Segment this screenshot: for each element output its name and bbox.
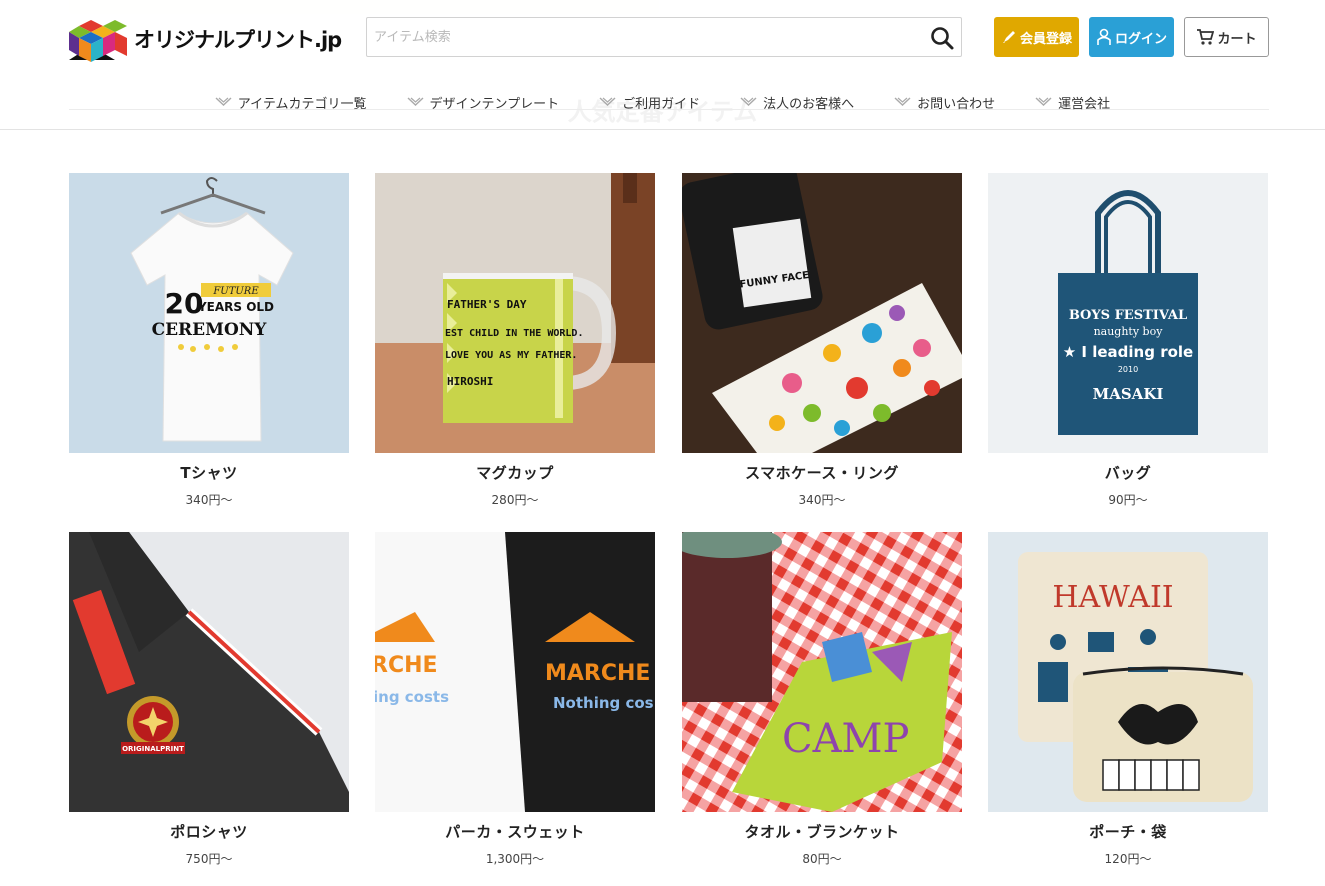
mug-art-l3: LOVE YOU AS MY FATHER. (445, 350, 577, 361)
product-name[interactable]: ポロシャツ (69, 821, 349, 842)
global-nav: アイテムカテゴリ一覧 デザインテンプレート ご利用ガイド 法人のお客様へ お問い… (0, 92, 1325, 112)
product-price: 340円～ (798, 493, 846, 507)
login-button[interactable]: ログイン (1089, 17, 1174, 57)
chevron-down-icon (215, 97, 232, 106)
hoodie-art-l2: ing costs (375, 688, 449, 706)
cart-button[interactable]: カート (1184, 17, 1269, 57)
tshirt-art-l3: CEREMONY (152, 320, 268, 340)
product-price: 750円～ (185, 852, 233, 866)
bag-art-l3: ★ I leading role (1063, 343, 1193, 361)
cart-label: カート (1217, 31, 1257, 47)
nav-item-label: 運営会社 (1058, 96, 1111, 112)
pen-icon (1002, 31, 1015, 43)
nav-item-label: アイテムカテゴリ一覧 (237, 96, 367, 112)
product-price: 340円～ (185, 493, 233, 507)
product-price: 90円～ (1108, 493, 1148, 507)
search-box (366, 17, 962, 57)
bag-art-l1: BOYS FESTIVAL (1069, 308, 1187, 323)
hoodie-art-l3: MARCHE (545, 661, 650, 686)
product-price: 280円～ (491, 493, 539, 507)
nav-item-label: デザインテンプレート (429, 96, 560, 112)
polo-art-l1: ORIGINALPRINT (122, 745, 184, 753)
product-name[interactable]: スマホケース・リング (682, 462, 962, 483)
tote-bag-image[interactable]: BOYS FESTIVAL naughty boy ★ I leading ro… (988, 173, 1268, 453)
product-card[interactable]: FUNNY FACE スマホケース・リング 340円～ (682, 173, 962, 508)
nav-item-templates[interactable]: デザインテンプレート (407, 92, 560, 112)
nav-item-corporate[interactable]: 法人のお客様へ (740, 92, 854, 112)
phone-case-image[interactable]: FUNNY FACE (682, 173, 962, 453)
product-card[interactable]: CAMP タオル・ブランケット 80円～ (682, 532, 962, 867)
site-logo[interactable]: オリジナルプリント.jp (69, 16, 342, 62)
product-card[interactable]: BOYS FESTIVAL naughty boy ★ I leading ro… (988, 173, 1268, 508)
product-name[interactable]: ポーチ・袋 (988, 821, 1268, 842)
mug-art-l2: EST CHILD IN THE WORLD. (445, 328, 583, 339)
towel-image[interactable]: CAMP (682, 532, 962, 812)
nav-item-guide[interactable]: ご利用ガイド (599, 92, 700, 112)
tshirt-image[interactable]: FUTURE 20 YEARS OLD CEREMONY (69, 173, 349, 453)
product-card[interactable]: FUTURE 20 YEARS OLD CEREMONY Tシャツ 340円～ (69, 173, 349, 508)
mug-image[interactable]: FATHER'S DAY EST CHILD IN THE WORLD. LOV… (375, 173, 655, 453)
tshirt-art-small: FUTURE (212, 286, 259, 297)
mug-art-l4: HIROSHI (447, 375, 493, 388)
product-card[interactable]: RCHE ing costs MARCHE Nothing cos パーカ・スウ… (375, 532, 655, 867)
logo-text: オリジナルプリント.jp (134, 28, 342, 52)
chevron-down-icon (740, 97, 757, 106)
search-input[interactable] (374, 19, 914, 55)
product-card[interactable]: HAWAII ポーチ・袋 120円～ (988, 532, 1268, 867)
chevron-down-icon (407, 97, 423, 106)
hoodie-image[interactable]: RCHE ing costs MARCHE Nothing cos (375, 532, 655, 812)
site-header: オリジナルプリント.jp 会員登録 ログイン カート 人気定番アイテム (0, 0, 1325, 130)
cart-icon (1197, 29, 1215, 45)
product-name[interactable]: Tシャツ (69, 462, 349, 483)
tshirt-art-l2: YEARS OLD (197, 300, 274, 314)
login-label: ログイン (1114, 31, 1167, 47)
chevron-down-icon (894, 97, 911, 106)
towel-art-l1: CAMP (782, 716, 909, 762)
product-price: 120円～ (1104, 852, 1152, 866)
product-price: 80円～ (802, 852, 842, 866)
product-name[interactable]: パーカ・スウェット (375, 821, 655, 842)
product-card[interactable]: ORIGINALPRINT ポロシャツ 750円～ (69, 532, 349, 867)
register-label: 会員登録 (1019, 31, 1072, 47)
product-name[interactable]: バッグ (988, 462, 1268, 483)
nav-item-categories[interactable]: アイテムカテゴリ一覧 (215, 92, 367, 112)
chevron-down-icon (1035, 97, 1052, 106)
pouch-art-l1: HAWAII (1052, 580, 1173, 615)
product-price: 1,300円～ (485, 852, 545, 866)
nav-item-label: 法人のお客様へ (763, 96, 855, 112)
bag-art-l5: MASAKI (1093, 385, 1164, 403)
cube-logo-icon (69, 20, 127, 62)
hoodie-art-l1: RCHE (375, 653, 438, 678)
user-icon (1097, 28, 1111, 45)
hoodie-art-l4: Nothing cos (553, 694, 654, 712)
register-button[interactable]: 会員登録 (994, 17, 1079, 57)
product-card[interactable]: FATHER'S DAY EST CHILD IN THE WORLD. LOV… (375, 173, 655, 508)
nav-item-label: お問い合わせ (917, 96, 996, 112)
nav-item-company[interactable]: 運営会社 (1035, 92, 1110, 112)
product-name[interactable]: タオル・ブランケット (682, 821, 962, 842)
bag-art-l2: naughty boy (1094, 325, 1164, 338)
chevron-down-icon (599, 97, 616, 106)
search-icon[interactable] (929, 25, 955, 51)
product-name[interactable]: マグカップ (375, 462, 655, 483)
nav-item-contact[interactable]: お問い合わせ (894, 92, 995, 112)
polo-shirt-image[interactable]: ORIGINALPRINT (69, 532, 349, 812)
mug-art-l1: FATHER'S DAY (447, 298, 527, 311)
bag-art-l4: 2010 (1118, 365, 1138, 374)
nav-item-label: ご利用ガイド (622, 96, 701, 112)
pouch-image[interactable]: HAWAII (988, 532, 1268, 812)
